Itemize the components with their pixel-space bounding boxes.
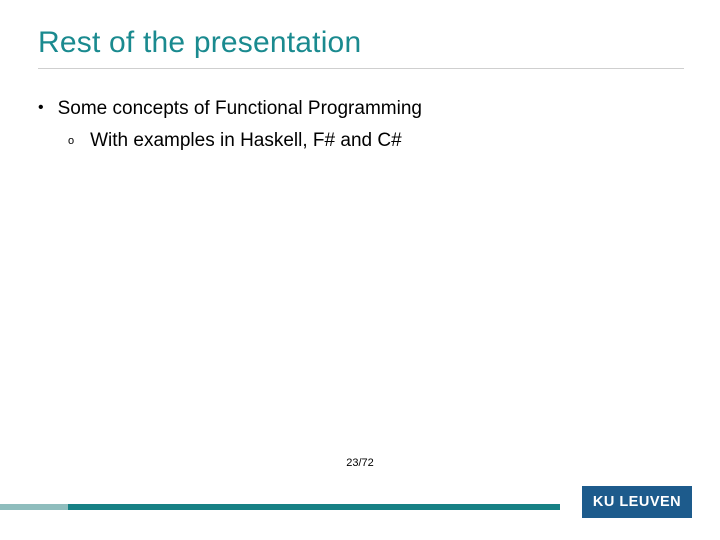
- slide-body: • Some concepts of Functional Programmin…: [38, 96, 680, 154]
- bullet-level-1: • Some concepts of Functional Programmin…: [38, 96, 680, 122]
- bullet-level-2-text: With examples in Haskell, F# and C#: [90, 128, 402, 154]
- footer-accent-bar: [0, 504, 560, 510]
- bullet-level-2: o With examples in Haskell, F# and C#: [68, 128, 680, 154]
- bullet-level-1-text: Some concepts of Functional Programming: [58, 96, 422, 122]
- page-number: 23/72: [0, 457, 720, 469]
- bullet-circle-icon: o: [68, 128, 74, 154]
- slide: Rest of the presentation • Some concepts…: [0, 0, 720, 540]
- ku-leuven-logo: KU LEUVEN: [582, 486, 692, 518]
- slide-title: Rest of the presentation: [38, 26, 361, 60]
- bullet-dot-icon: •: [38, 96, 44, 120]
- footer-bar-dark: [68, 504, 560, 510]
- footer-bar-light: [0, 504, 68, 510]
- title-underline: [38, 68, 684, 69]
